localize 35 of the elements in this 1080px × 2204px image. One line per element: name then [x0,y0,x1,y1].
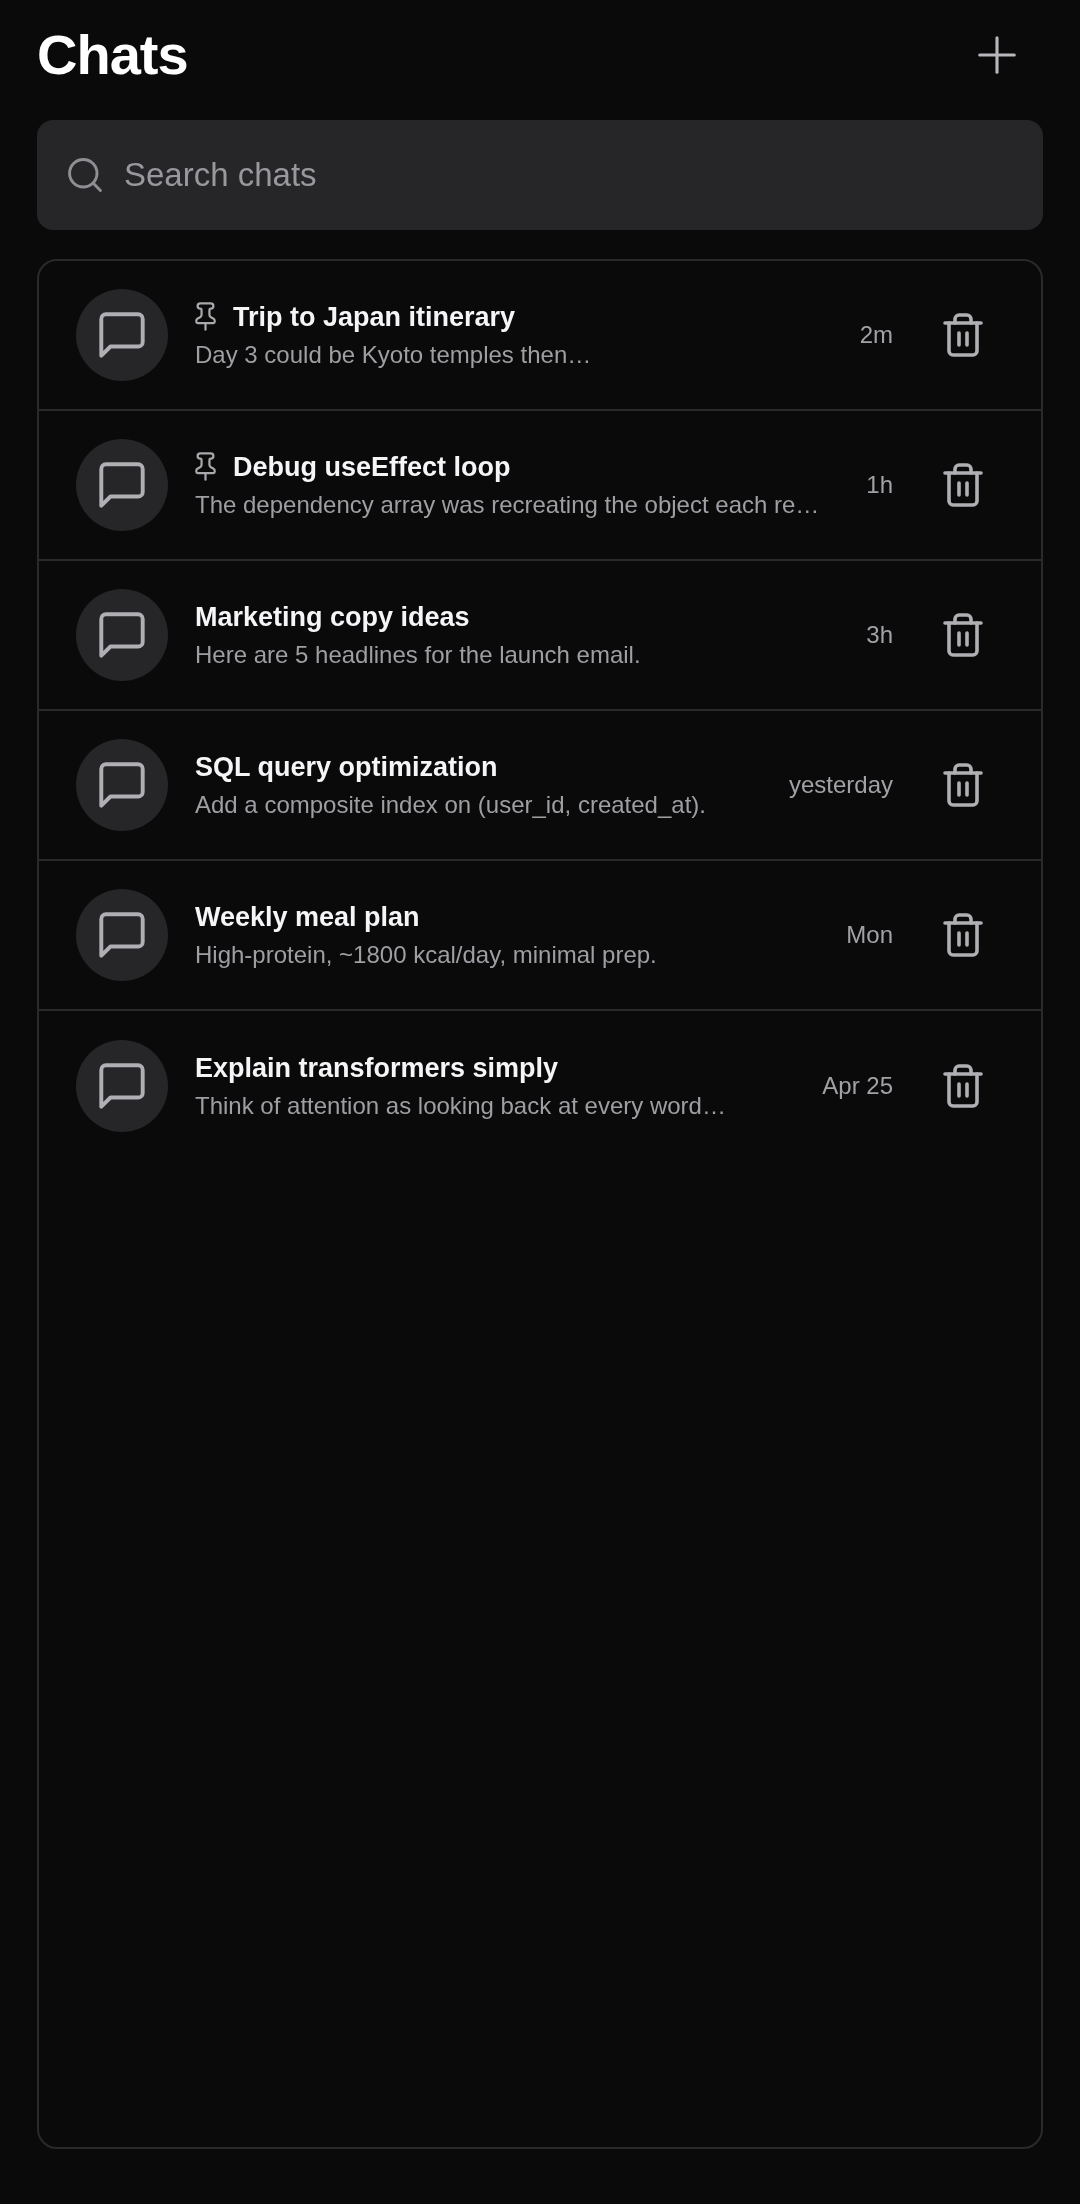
new-chat-button[interactable] [978,36,1016,74]
delete-button[interactable] [943,313,983,357]
chat-title: Trip to Japan itinerary [233,300,516,334]
search-icon [67,157,103,193]
chat-time: yesterday [788,770,893,800]
delete-button[interactable] [943,763,983,807]
chat-time: Apr 25 [822,1071,893,1101]
chat-title: Marketing copy ideas [195,600,470,634]
chat-title: Explain transformers simply [195,1051,559,1085]
trash-icon [943,1064,983,1108]
chat-title: Weekly meal plan [195,900,420,934]
chat-preview: Add a composite index on (user_id, created_at). [195,789,707,820]
chat-preview: Day 3 could be Kyoto temples then… [195,339,593,370]
trash-icon [943,913,983,957]
chat-preview: Here are 5 headlines for the launch email. [195,639,642,670]
trash-icon [943,463,983,507]
trash-icon [943,763,983,807]
trash-icon [943,613,983,657]
chat-preview: Think of attention as looking back at every word… [195,1090,727,1121]
delete-button[interactable] [943,463,983,507]
chat-time: 2m [859,320,893,350]
chat-time: Mon [846,920,893,950]
chat-time: 3h [866,620,893,650]
chat-preview: High-protein, ~1800 kcal/day, minimal prep. [195,939,658,970]
plus-icon [978,36,1016,74]
trash-icon [943,313,983,357]
chat-title: SQL query optimization [195,750,498,784]
delete-button[interactable] [943,913,983,957]
page-title: Chats [37,23,188,87]
chat-preview: The dependency array was recreating the object each re… [195,489,821,520]
search-field[interactable]: Search chats [37,120,1043,230]
chat-title: Debug useEffect loop [233,450,511,484]
delete-button[interactable] [943,1064,983,1108]
chat-time: 1h [866,470,893,500]
delete-button[interactable] [943,613,983,657]
